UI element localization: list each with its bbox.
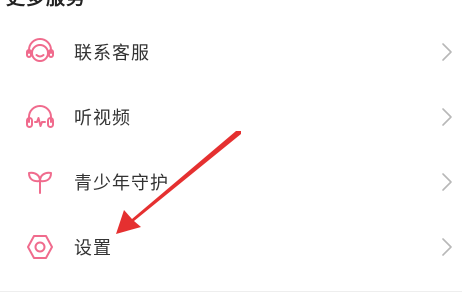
more-services-page: 更多服务 联系客服 听视频 [0,0,462,292]
section-title: 更多服务 [6,0,86,8]
chevron-right-icon [440,171,454,193]
menu-item-listen-video[interactable]: 听视频 [0,85,462,149]
gear-icon [22,229,58,265]
chevron-right-icon [440,41,454,63]
menu-item-customer-service[interactable]: 联系客服 [0,20,462,84]
chevron-right-icon [440,236,454,258]
menu-item-settings[interactable]: 设置 [0,215,462,279]
menu-item-youth-protection[interactable]: 青少年守护 [0,150,462,214]
headset-icon [22,34,58,70]
sprout-icon [22,164,58,200]
menu-item-label: 听视频 [74,108,131,129]
headphones-icon [22,99,58,135]
menu-item-label: 设置 [74,238,112,259]
chevron-right-icon [440,106,454,128]
menu-item-label: 青少年守护 [74,173,169,194]
menu-item-label: 联系客服 [74,43,150,64]
